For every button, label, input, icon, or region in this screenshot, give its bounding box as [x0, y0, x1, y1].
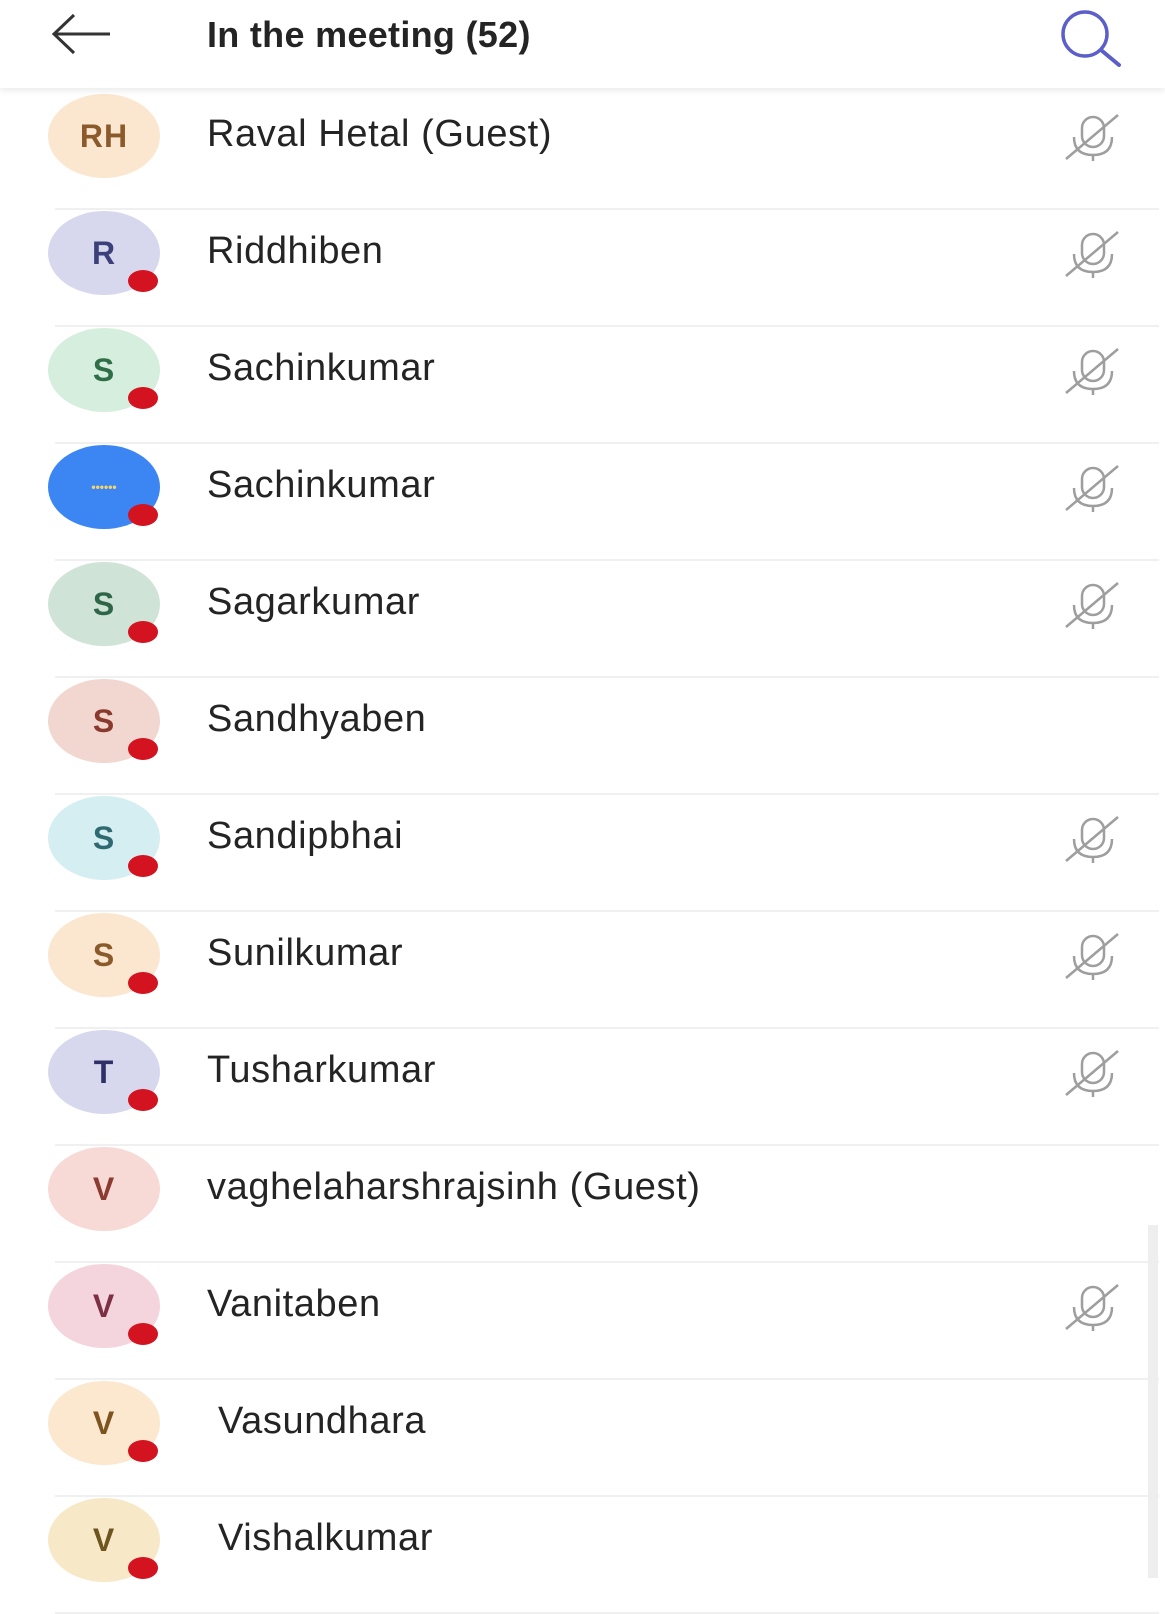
avatar-initials: RH	[79, 117, 129, 154]
mic-muted-indicator	[1060, 111, 1124, 163]
page-title: In the meeting (52)	[207, 14, 531, 55]
status-busy-icon	[128, 270, 158, 292]
participant-row[interactable]: •••••• Sachinkumar	[0, 444, 1165, 561]
status-busy-icon	[128, 1440, 158, 1462]
avatar-initials: V	[92, 1287, 116, 1324]
mic-muted-indicator	[1060, 930, 1124, 982]
status-busy-icon	[128, 855, 158, 877]
status-busy-icon	[128, 738, 158, 760]
status-busy-icon	[128, 972, 158, 994]
participant-row[interactable]: S Sagarkumar	[0, 561, 1165, 678]
status-busy-icon	[128, 1089, 158, 1111]
participant-row[interactable]: S Sachinkumar	[0, 327, 1165, 444]
search-icon	[1061, 10, 1121, 67]
mic-off-icon	[1065, 933, 1119, 980]
participant-name: Sagarkumar	[207, 581, 420, 623]
avatar-initials: V	[92, 1170, 116, 1207]
participant-row[interactable]: T Tusharkumar	[0, 1029, 1165, 1146]
mic-off-icon	[1065, 582, 1119, 629]
mic-off-icon	[1065, 348, 1119, 395]
avatar: RH	[48, 94, 160, 178]
participant-row[interactable]: V Vanitaben	[0, 1263, 1165, 1380]
mic-off-icon	[1065, 465, 1119, 512]
avatar-initials: R	[91, 234, 117, 271]
mic-muted-indicator	[1060, 345, 1124, 397]
avatar-initials: S	[92, 936, 116, 973]
mic-muted-indicator	[1060, 1281, 1124, 1333]
participant-name: Vishalkumar	[218, 1517, 433, 1559]
participant-row[interactable]: S Sunilkumar	[0, 912, 1165, 1029]
mic-off-icon	[1065, 114, 1119, 161]
mic-muted-indicator	[1060, 228, 1124, 280]
arrow-left-icon	[51, 13, 110, 55]
back-button[interactable]	[46, 12, 116, 60]
participant-name: Sandipbhai	[207, 815, 404, 857]
participant-row[interactable]: V Vasundhara	[0, 1380, 1165, 1497]
scrollbar-track[interactable]	[1148, 1225, 1158, 1578]
participant-row[interactable]: Vvaghelaharshrajsinh (Guest)	[0, 1146, 1165, 1263]
avatar-initials: V	[92, 1404, 116, 1441]
mic-off-icon	[1065, 231, 1119, 278]
status-busy-icon	[128, 1557, 158, 1579]
header-bar: In the meeting (52)	[0, 0, 1165, 88]
avatar-initials: V	[92, 1521, 116, 1558]
status-busy-icon	[128, 621, 158, 643]
participant-row[interactable]: V Vishalkumar	[0, 1497, 1165, 1614]
mic-muted-indicator	[1060, 1047, 1124, 1099]
avatar-initials: S	[92, 585, 116, 622]
avatar-initials: S	[92, 819, 116, 856]
participant-row[interactable]: S Sandhyaben	[0, 678, 1165, 795]
participant-row[interactable]: RH Raval Hetal (Guest)	[0, 93, 1165, 210]
avatar: V	[48, 1147, 160, 1231]
participant-name: Sunilkumar	[207, 932, 404, 974]
mic-muted-indicator	[1060, 462, 1124, 514]
participant-name: Riddhiben	[207, 230, 384, 272]
participant-name: Vanitaben	[207, 1283, 381, 1325]
participant-row[interactable]: R Riddhiben	[0, 210, 1165, 327]
participant-name: Sachinkumar	[207, 464, 436, 506]
participant-name: Sandhyaben	[207, 698, 427, 740]
participant-name: Vasundhara	[218, 1400, 427, 1442]
status-busy-icon	[128, 1323, 158, 1345]
participant-name: vaghelaharshrajsinh (Guest)	[207, 1166, 701, 1208]
avatar-initials: T	[93, 1053, 115, 1090]
participant-name: Sachinkumar	[207, 347, 436, 389]
avatar-picture: ••••••	[91, 480, 117, 494]
participant-list: RH Raval Hetal (Guest) R Riddhiben S Sachinku…	[0, 0, 1165, 1614]
participant-row[interactable]: S Sandipbhai	[0, 795, 1165, 912]
mic-off-icon	[1065, 816, 1119, 863]
avatar-initials: S	[92, 351, 116, 388]
status-busy-icon	[128, 504, 158, 526]
mic-muted-indicator	[1060, 579, 1124, 631]
mic-off-icon	[1065, 1050, 1119, 1097]
search-button[interactable]	[1055, 8, 1127, 68]
avatar-initials: S	[92, 702, 116, 739]
status-busy-icon	[128, 387, 158, 409]
participant-name: Tusharkumar	[207, 1049, 437, 1091]
mic-off-icon	[1065, 1284, 1119, 1331]
participant-name: Raval Hetal (Guest)	[207, 113, 553, 155]
mic-muted-indicator	[1060, 813, 1124, 865]
